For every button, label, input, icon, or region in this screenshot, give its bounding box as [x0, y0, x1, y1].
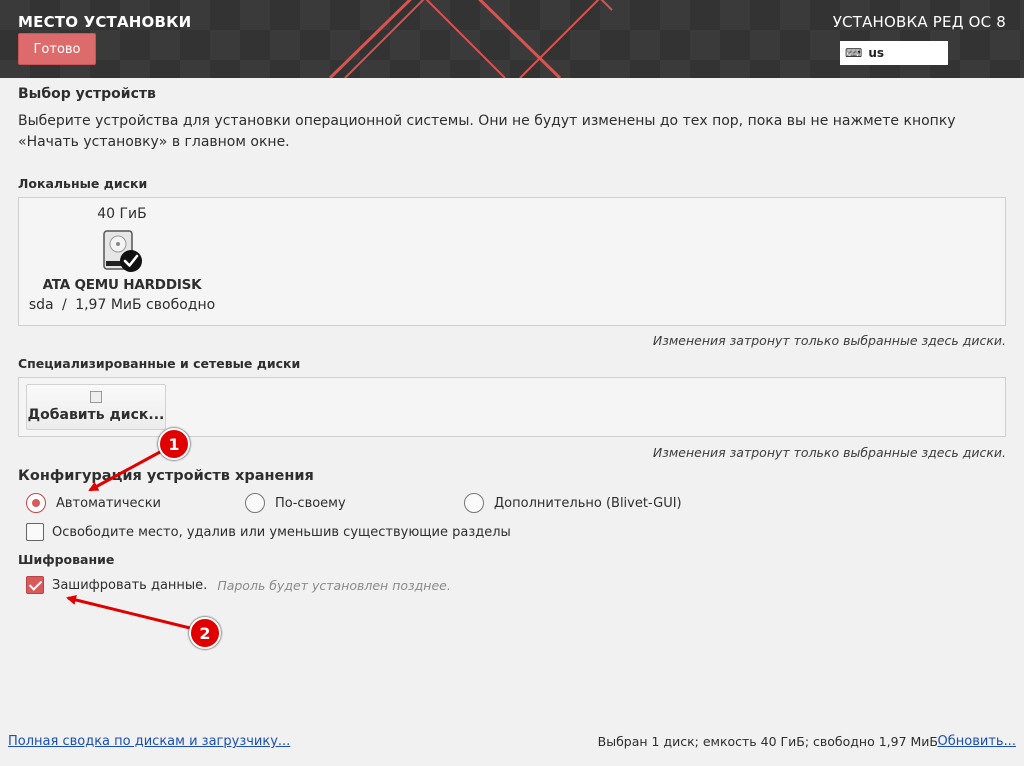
- network-disks-hint: Изменения затронут только выбранные здес…: [652, 445, 1006, 460]
- disk-free: 1,97 МиБ свободно: [75, 297, 216, 313]
- header-decoration: [328, 0, 613, 78]
- reclaim-space-option[interactable]: Освободите место, удалив или уменьшив су…: [26, 522, 511, 542]
- radio-automatic-label: Автоматически: [56, 495, 162, 511]
- keyboard-layout-indicator[interactable]: ⌨ us: [840, 41, 948, 65]
- radio-advanced-label: Дополнительно (Blivet-GUI): [494, 495, 682, 511]
- disk-size: 40 ГиБ: [97, 206, 147, 222]
- radio-custom-label: По-своему: [275, 495, 346, 511]
- radio-automatic[interactable]: Автоматически: [26, 492, 161, 514]
- radio-button-selected[interactable]: [26, 493, 46, 513]
- page-title: МЕСТО УСТАНОВКИ: [18, 13, 192, 31]
- storage-config-title: Конфигурация устройств хранения: [18, 468, 314, 484]
- encrypt-checkbox[interactable]: [26, 576, 44, 594]
- encrypt-note: Пароль будет установлен позднее.: [217, 577, 451, 593]
- local-disks-hint: Изменения затронут только выбранные здес…: [652, 333, 1006, 348]
- network-disks-label: Специализированные и сетевые диски: [18, 356, 301, 371]
- local-disks-label: Локальные диски: [18, 176, 148, 191]
- disk-separator: /: [62, 297, 67, 313]
- refresh-link[interactable]: Обновить...: [938, 734, 1016, 749]
- radio-button[interactable]: [464, 493, 484, 513]
- product-title: УСТАНОВКА РЕД ОС 8: [832, 13, 1006, 31]
- encrypt-option[interactable]: Зашифровать данные. Пароль будет установ…: [26, 575, 451, 595]
- keyboard-layout-label: us: [868, 46, 885, 60]
- harddisk-icon: [100, 228, 144, 274]
- disk-status-summary: Выбран 1 диск; емкость 40 ГиБ; свободно …: [597, 734, 938, 749]
- done-button[interactable]: Готово: [18, 33, 96, 65]
- keyboard-icon: ⌨: [845, 46, 863, 60]
- radio-advanced[interactable]: Дополнительно (Blivet-GUI): [464, 492, 682, 514]
- radio-button[interactable]: [245, 493, 265, 513]
- local-disks-panel: 40 ГиБ ATA QEMU HARDDISK sda / 1,97 МиБ …: [18, 197, 1006, 326]
- annotation-badge-1: 1: [158, 428, 190, 460]
- encryption-title: Шифрование: [18, 552, 115, 567]
- disk-card-sda[interactable]: 40 ГиБ ATA QEMU HARDDISK sda / 1,97 МиБ …: [27, 204, 217, 322]
- disk-device: sda: [28, 297, 54, 313]
- add-disk-label: Добавить диск...: [27, 407, 165, 423]
- full-disk-summary-link[interactable]: Полная сводка по дискам и загрузчику...: [8, 734, 290, 749]
- add-disk-button[interactable]: Добавить диск...: [26, 384, 166, 430]
- device-selection-description: Выберите устройства для установки операц…: [18, 113, 956, 150]
- encrypt-label: Зашифровать данные.: [52, 577, 208, 593]
- reclaim-space-label: Освободите место, удалив или уменьшив су…: [52, 524, 511, 540]
- header-bar: МЕСТО УСТАНОВКИ Готово УСТАНОВКА РЕД ОС …: [0, 0, 1024, 78]
- radio-custom[interactable]: По-своему: [245, 492, 346, 514]
- device-selection-title: Выбор устройств: [18, 86, 156, 102]
- network-disks-panel: Добавить диск...: [18, 377, 1006, 437]
- annotation-badge-2: 2: [189, 617, 221, 649]
- disk-add-icon: [90, 391, 102, 403]
- disk-name: ATA QEMU HARDDISK: [42, 277, 202, 293]
- disk-details: sda / 1,97 МиБ свободно: [27, 297, 217, 313]
- reclaim-space-checkbox[interactable]: [26, 523, 44, 541]
